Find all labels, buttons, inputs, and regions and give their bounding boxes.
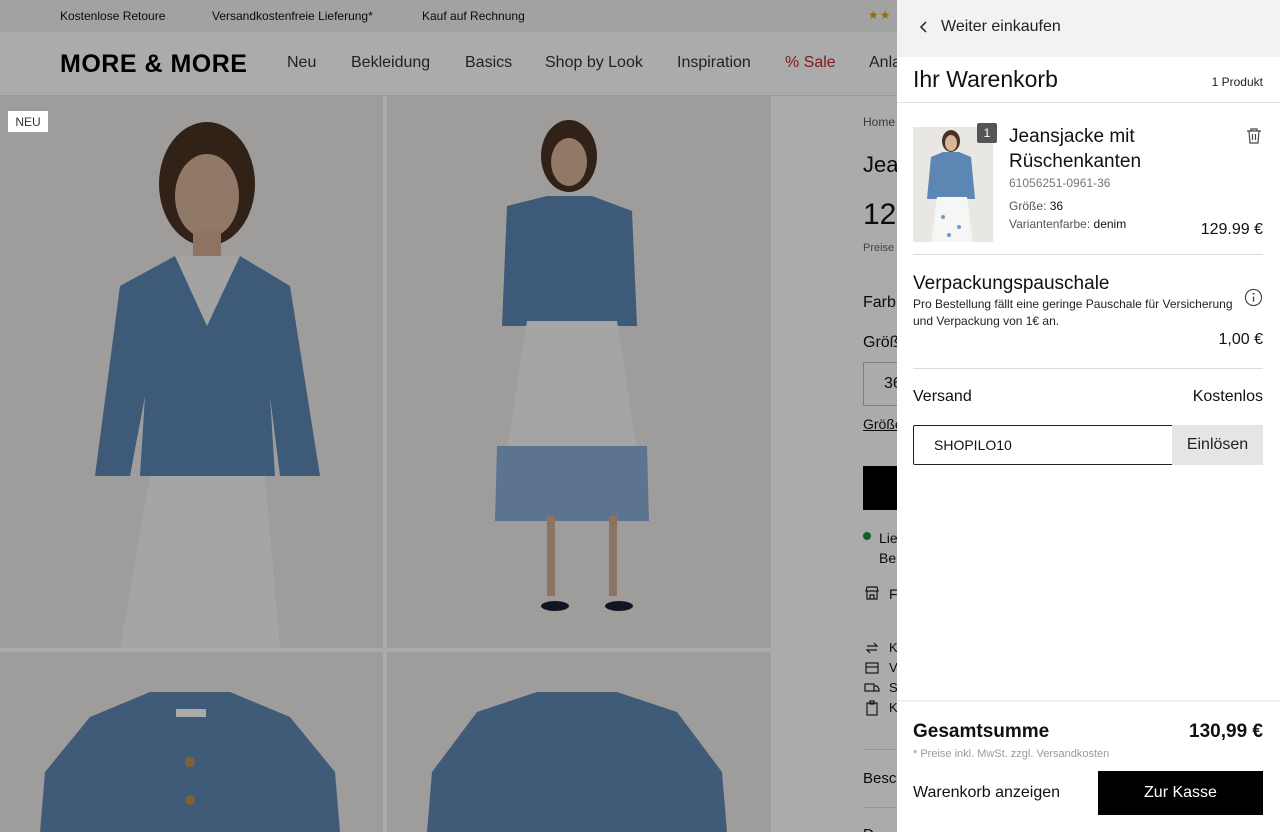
cart-item-color: Variantenfarbe: denim: [1009, 217, 1126, 231]
cart-drawer: Weiter einkaufen Ihr Warenkorb 1 Produkt…: [897, 0, 1280, 832]
divider: [897, 102, 1280, 103]
checkout-button[interactable]: Zur Kasse: [1098, 771, 1263, 815]
packaging-fee-price: 1,00 €: [1218, 331, 1263, 348]
shipping-value: Kostenlos: [1192, 388, 1263, 405]
cart-item-size: Größe: 36: [1009, 199, 1063, 213]
new-badge: NEU: [8, 111, 48, 132]
cart-item-price: 129.99 €: [1200, 221, 1263, 238]
cart-item-image[interactable]: [913, 127, 993, 242]
total-value: 130,99 €: [1189, 721, 1263, 742]
total-label: Gesamtsumme: [913, 721, 1050, 742]
cart-title: Ihr Warenkorb: [913, 66, 1058, 92]
footer-divider: [897, 700, 1280, 703]
tax-note: * Preise inkl. MwSt. zzgl. Versandkosten: [913, 748, 1110, 760]
packaging-fee-title: Verpackungspauschale: [913, 273, 1110, 294]
divider: [913, 254, 1263, 255]
redeem-coupon-button[interactable]: Einlösen: [1172, 425, 1263, 465]
shipping-label: Versand: [913, 388, 972, 405]
continue-shopping-button[interactable]: Weiter einkaufen: [917, 18, 1061, 36]
coupon-input[interactable]: [913, 425, 1173, 465]
view-cart-link[interactable]: Warenkorb anzeigen: [913, 784, 1060, 802]
size-attr-value: 36: [1049, 199, 1064, 213]
divider: [913, 368, 1263, 369]
color-attr-label: Variantenfarbe:: [1009, 217, 1091, 231]
trash-icon[interactable]: [1245, 127, 1263, 145]
drawer-topbar: Weiter einkaufen: [897, 0, 1280, 57]
cart-item-sku: 61056251-0961-36: [1009, 176, 1111, 190]
packaging-fee-description: Pro Bestellung fällt eine geringe Pausch…: [913, 297, 1233, 328]
cart-item-count: 1 Produkt: [1211, 75, 1263, 89]
continue-shopping-label: Weiter einkaufen: [941, 18, 1061, 35]
quantity-badge: 1: [977, 123, 997, 143]
color-attr-value: denim: [1093, 217, 1127, 231]
size-attr-label: Größe:: [1009, 199, 1047, 213]
info-icon[interactable]: [1244, 288, 1263, 307]
chevron-left-icon: [919, 21, 927, 33]
cart-item-name[interactable]: Jeansjacke mit Rüschenkanten: [1009, 124, 1209, 174]
